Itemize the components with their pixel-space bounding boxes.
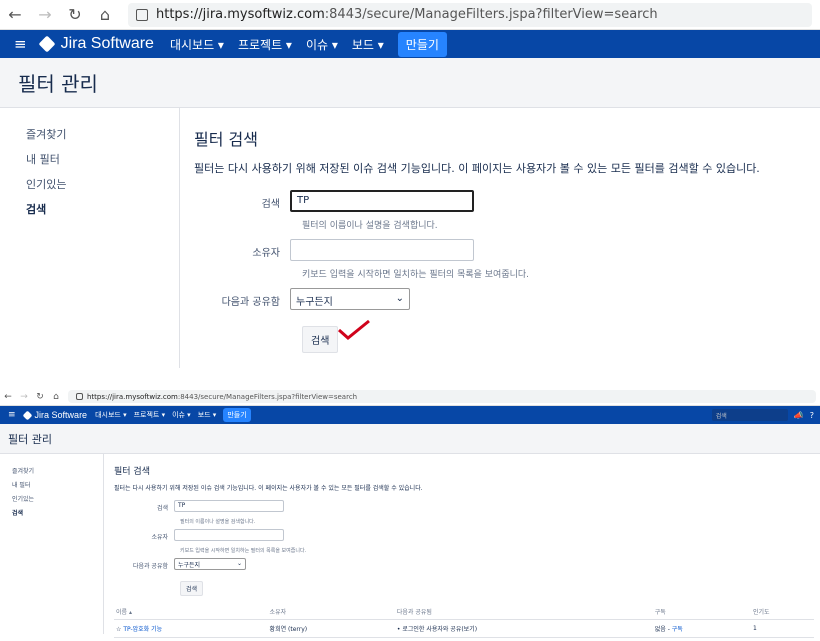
column-header-subscriptions: 구독 [652, 604, 751, 620]
search-button[interactable]: 검색 [180, 581, 204, 596]
create-button[interactable]: 만들기 [397, 31, 447, 57]
back-icon[interactable]: ← [0, 392, 16, 402]
search-form: 필터 검색 필터는 다시 사용하기 위해 저장된 이슈 검색 기능입니다. 이 … [104, 454, 820, 638]
forward-icon[interactable]: → [16, 392, 32, 402]
search-label: 검색 [261, 199, 280, 210]
menu-icon[interactable]: ≡ [8, 410, 16, 420]
subscription-none: 없음 [654, 626, 666, 633]
chevron-down-icon: ⌄ [395, 293, 404, 304]
zoomed-screenshot: ← → ↻ ⌂ https://jira.mysoftwiz.com:8443/… [0, 0, 820, 380]
search-input[interactable]: TP [174, 500, 284, 512]
browser-toolbar: ← → ↻ ⌂ https://jira.mysoftwiz.com:8443/… [0, 388, 820, 406]
jira-logo-icon [38, 35, 56, 53]
search-label: 검색 [156, 505, 168, 512]
menu-projects[interactable]: 프로젝트 ▾ [238, 36, 292, 53]
search-hint: 필터의 이름이나 설명을 검색합니다. [180, 519, 256, 525]
divider [0, 380, 820, 388]
search-input[interactable]: TP [290, 190, 474, 212]
search-button[interactable]: 검색 [302, 326, 339, 353]
chevron-down-icon: ⌄ [236, 560, 242, 567]
address-bar[interactable]: https://jira.mysoftwiz.com:8443/secure/M… [68, 390, 816, 403]
column-header-popularity: 인기도 [750, 604, 814, 620]
table-row: ☆ TP-암호화 기능 황희연 (terry) • 로그인한 사용자와 공유(보… [114, 619, 814, 638]
section-heading: 필터 검색 [194, 130, 258, 149]
share-label: 다음과 공유함 [221, 297, 280, 308]
filter-popularity: 1 [750, 619, 814, 638]
sidebar-item-search[interactable]: 검색 [12, 508, 103, 517]
subscribe-link[interactable]: 구독 [672, 626, 683, 633]
menu-dashboard[interactable]: 대시보드 ▾ [170, 36, 224, 53]
header-search-input[interactable]: 검색 [711, 409, 788, 421]
owner-input[interactable] [290, 239, 474, 261]
share-select[interactable]: 누구든지 ⌄ [174, 558, 246, 570]
description: 필터는 다시 사용하기 위해 저장된 이슈 검색 기능입니다. 이 페이지는 사… [194, 162, 760, 175]
notification-icon[interactable]: 📣 [794, 411, 804, 420]
full-screenshot: ← → ↻ ⌂ https://jira.mysoftwiz.com:8443/… [0, 388, 820, 641]
search-hint: 필터의 이름이나 설명을 검색합니다. [302, 221, 438, 231]
help-icon[interactable]: ? [810, 411, 814, 420]
reload-icon[interactable]: ↻ [60, 5, 90, 24]
checkmark-annotation-icon [338, 319, 370, 340]
menu-issues[interactable]: 이슈 ▾ [306, 36, 338, 53]
jira-logo-icon [22, 410, 32, 420]
owner-label: 소유자 [151, 534, 168, 541]
sidebar-item-favorites[interactable]: 즐겨찾기 [12, 466, 103, 475]
home-icon[interactable]: ⌂ [90, 5, 120, 24]
column-header-name[interactable]: 이름 ▴ [114, 604, 268, 620]
owner-hint: 키보드 입력을 시작하면 일치하는 필터의 목록을 보여줍니다. [302, 270, 530, 280]
lock-icon [136, 8, 148, 21]
menu-projects[interactable]: 프로젝트 ▾ [134, 410, 166, 420]
browser-toolbar: ← → ↻ ⌂ https://jira.mysoftwiz.com:8443/… [0, 0, 820, 30]
jira-logo[interactable]: Jira Software [22, 410, 87, 420]
share-select[interactable]: 누구든지 ⌄ [290, 288, 410, 310]
back-icon[interactable]: ← [0, 5, 30, 24]
sidebar-item-popular[interactable]: 인기있는 [26, 176, 179, 192]
page-title: 필터 관리 [0, 424, 820, 454]
star-icon[interactable]: ☆ [116, 626, 121, 633]
url-text: https://jira.mysoftwiz.com:8443/secure/M… [156, 7, 658, 22]
share-label: 다음과 공유함 [132, 563, 168, 570]
sidebar-item-favorites[interactable]: 즐겨찾기 [26, 126, 179, 142]
owner-label: 소유자 [252, 248, 280, 259]
menu-boards[interactable]: 보드 ▾ [352, 36, 384, 53]
column-header-owner: 소유자 [267, 604, 395, 620]
jira-header: ≡ Jira Software 대시보드 ▾ 프로젝트 ▾ 이슈 ▾ 보드 ▾ … [0, 406, 820, 424]
lock-icon [76, 393, 83, 400]
owner-input[interactable] [174, 529, 284, 541]
sidebar: 즐겨찾기 내 필터 인기있는 검색 [0, 454, 104, 634]
menu-issues[interactable]: 이슈 ▾ [172, 410, 191, 420]
menu-icon[interactable]: ≡ [14, 35, 27, 53]
sidebar-item-my-filters[interactable]: 내 필터 [26, 151, 179, 167]
results-table: 이름 ▴ 소유자 다음과 공유됨 구독 인기도 ☆ TP-암호화 기능 황희연 … [114, 604, 814, 638]
url-text: https://jira.mysoftwiz.com:8443/secure/M… [87, 392, 358, 401]
filter-name-link[interactable]: TP-암호화 기능 [123, 626, 162, 633]
filter-shared: 로그인한 사용자와 공유(보기) [402, 626, 478, 633]
menu-boards[interactable]: 보드 ▾ [198, 410, 217, 420]
jira-header: ≡ Jira Software 대시보드 ▾ 프로젝트 ▾ 이슈 ▾ 보드 ▾ … [0, 30, 820, 58]
sidebar-item-my-filters[interactable]: 내 필터 [12, 480, 103, 489]
owner-hint: 키보드 입력을 시작하면 일치하는 필터의 목록을 보여줍니다. [180, 548, 307, 554]
forward-icon[interactable]: → [30, 5, 60, 24]
home-icon[interactable]: ⌂ [48, 392, 64, 402]
menu-dashboard[interactable]: 대시보드 ▾ [95, 410, 127, 420]
description: 필터는 다시 사용하기 위해 저장된 이슈 검색 기능입니다. 이 페이지는 사… [114, 485, 423, 492]
sidebar-item-search[interactable]: 검색 [26, 201, 179, 217]
filter-owner: 황희연 (terry) [267, 619, 395, 638]
jira-logo[interactable]: Jira Software [38, 35, 154, 53]
section-heading: 필터 검색 [114, 467, 150, 477]
sidebar-item-popular[interactable]: 인기있는 [12, 494, 103, 503]
create-button[interactable]: 만들기 [223, 408, 251, 422]
address-bar[interactable]: https://jira.mysoftwiz.com:8443/secure/M… [128, 2, 812, 27]
page-title: 필터 관리 [0, 58, 820, 108]
sidebar: 즐겨찾기 내 필터 인기있는 검색 [0, 108, 180, 368]
column-header-shared: 다음과 공유됨 [394, 604, 653, 620]
search-form: 필터 검색 필터는 다시 사용하기 위해 저장된 이슈 검색 기능입니다. 이 … [180, 108, 820, 368]
reload-icon[interactable]: ↻ [32, 392, 48, 402]
